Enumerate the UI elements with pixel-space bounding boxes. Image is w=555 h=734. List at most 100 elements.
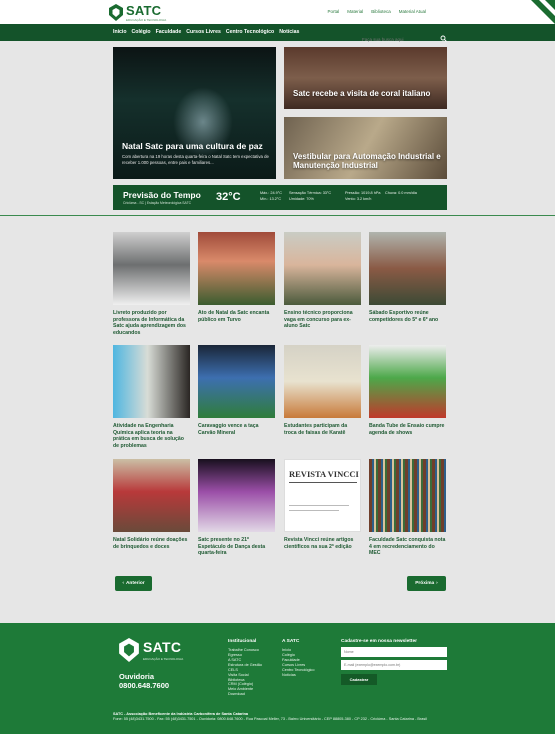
ouvidoria-phone[interactable]: 0800.648.7600: [119, 681, 169, 690]
footer-col-title: A SATC: [282, 639, 300, 644]
news-thumb[interactable]: [113, 345, 190, 418]
weather-rain: Chuva: 0.0 mm/dia: [385, 191, 417, 195]
news-thumb[interactable]: [369, 232, 446, 305]
footer-link[interactable]: Notícias: [282, 673, 314, 678]
weather-sensation: Sensação Térmica: 33°C: [289, 191, 332, 195]
hero-right-bottom-title[interactable]: Vestibular para Automação Industrial e M…: [293, 152, 443, 171]
top-link-material-atual[interactable]: Material Atual: [399, 9, 426, 14]
hero-main-summary: Com abertura na 19 horas desta quarta-fe…: [122, 154, 269, 165]
hero-right-top-title[interactable]: Satc recebe a visita de coral italiano: [293, 89, 430, 99]
weather-location: Criciúma - SC | Estação Meteorológica SA…: [123, 201, 192, 205]
news-thumb[interactable]: [369, 459, 446, 532]
logo-shield-icon: [109, 4, 123, 21]
news-title[interactable]: Livreto produzido por professora de Info…: [113, 310, 190, 336]
footer-address: SATC - Associação Beneficente da Indústr…: [113, 712, 453, 722]
top-link-material[interactable]: Material: [347, 9, 363, 14]
logo-tagline: EDUCAÇÃO E TECNOLOGIA: [126, 18, 167, 22]
footer-link[interactable]: Estrutura de Gestão: [228, 663, 262, 668]
main-nav: Início Colégio Faculdade Cursos Livres C…: [0, 24, 555, 44]
weather-min: Mín.: 13.2°C: [260, 196, 282, 201]
hero-right-bottom[interactable]: Vestibular para Automação Industrial e M…: [284, 117, 447, 179]
prev-page-label: Anterior: [125, 581, 145, 586]
news-card[interactable]: Atividade na Engenharia Química aplica t…: [113, 345, 190, 449]
news-thumb[interactable]: [113, 459, 190, 532]
news-card[interactable]: REVISTA VINCCI Revista Vincci reúne arti…: [284, 459, 361, 550]
prev-page-button[interactable]: ‹ Anterior: [115, 576, 152, 591]
news-card[interactable]: Faculdade Satc conquista nota 4 em recre…: [369, 459, 446, 557]
newsletter-form: Cadastre-se em nossa newsletter Cadastra…: [341, 639, 447, 685]
footer-logo-tagline: EDUCAÇÃO E TECNOLOGIA: [143, 657, 184, 661]
news-title[interactable]: Caravaggio vence a taça Carvão Mineral: [198, 423, 275, 436]
news-title[interactable]: Ato de Natal da Satc encanta público em …: [198, 310, 275, 323]
news-card[interactable]: Ato de Natal da Satc encanta público em …: [198, 232, 275, 323]
nav-item-centro-tecnologico[interactable]: Centro Tecnológico: [226, 29, 274, 35]
news-title[interactable]: Ensino técnico proporciona vaga em concu…: [284, 310, 361, 330]
nav-search: [362, 28, 447, 44]
news-card[interactable]: Livreto produzido por professora de Info…: [113, 232, 190, 336]
news-card[interactable]: Ensino técnico proporciona vaga em concu…: [284, 232, 361, 330]
news-title[interactable]: Revista Vincci reúne artigos científicos…: [284, 537, 361, 550]
footer-col-title: Institucional: [228, 639, 257, 644]
news-card[interactable]: Natal Solidário reúne doações de brinque…: [113, 459, 190, 550]
nav-item-colegio[interactable]: Colégio: [132, 29, 151, 35]
top-link-portal[interactable]: Portal: [327, 9, 339, 14]
newsletter-name-input[interactable]: [341, 647, 447, 657]
top-bar: SATC EDUCAÇÃO E TECNOLOGIA Portal Materi…: [0, 0, 555, 24]
footer-col-satc: A SATC Início Colégio Faculdade Cursos L…: [282, 639, 314, 678]
news-card[interactable]: Sábado Esportivo reúne competidores do 5…: [369, 232, 446, 323]
news-thumb[interactable]: REVISTA VINCCI: [284, 459, 361, 532]
news-thumb[interactable]: [113, 232, 190, 305]
footer-contact: Fone: 55 (48)3431.7500 - Fax: 55 (48)343…: [113, 717, 427, 722]
hero-right-top[interactable]: Satc recebe a visita de coral italiano: [284, 47, 447, 109]
footer-logo[interactable]: SATC EDUCAÇÃO E TECNOLOGIA: [119, 638, 183, 662]
news-thumb[interactable]: [198, 459, 275, 532]
next-page-button[interactable]: Próxima ›: [407, 576, 446, 591]
footer-org: SATC - Associação Beneficente da Indústr…: [113, 712, 249, 716]
news-title[interactable]: Banda Tube de Ensaio cumpre agenda de sh…: [369, 423, 446, 436]
top-links: Portal Material Biblioteca Material Atua…: [327, 9, 426, 14]
news-title[interactable]: Atividade na Engenharia Química aplica t…: [113, 423, 190, 449]
newsletter-email-input[interactable]: [341, 660, 447, 670]
weather-max: Máx.: 24.9°C: [260, 191, 282, 195]
logo-name: SATC: [126, 3, 162, 18]
news-thumb[interactable]: [284, 232, 361, 305]
news-thumb[interactable]: [369, 345, 446, 418]
weather-bar: Previsão do Tempo Criciúma - SC | Estaçã…: [113, 185, 447, 210]
news-card[interactable]: Banda Tube de Ensaio cumpre agenda de sh…: [369, 345, 446, 436]
news-title[interactable]: Estudantes participam da troca de faixas…: [284, 423, 361, 436]
news-title[interactable]: Sábado Esportivo reúne competidores do 5…: [369, 310, 446, 323]
ouvidoria-label: Ouvidoria: [119, 672, 155, 681]
news-thumb[interactable]: [284, 345, 361, 418]
nav-item-cursos-livres[interactable]: Cursos Livres: [186, 29, 221, 35]
weather-temp: 32°C: [216, 191, 241, 203]
newsletter-title: Cadastre-se em nossa newsletter: [341, 639, 417, 644]
footer-link[interactable]: Download: [228, 692, 262, 697]
search-icon[interactable]: [440, 29, 447, 42]
news-thumb[interactable]: [198, 345, 275, 418]
footer-logo-name: SATC: [143, 639, 182, 655]
hero-main-title[interactable]: Natal Satc para uma cultura de paz: [122, 141, 272, 151]
satc-logo[interactable]: SATC EDUCAÇÃO E TECNOLOGIA: [109, 3, 166, 22]
news-card[interactable]: Caravaggio vence a taça Carvão Mineral: [198, 345, 275, 436]
nav-item-inicio[interactable]: Início: [113, 29, 127, 35]
news-thumb[interactable]: [198, 232, 275, 305]
weather-pressure: Pressão: 1019.8 hPa: [345, 191, 381, 195]
weather-title: Previsão do Tempo: [123, 190, 201, 200]
top-link-biblioteca[interactable]: Biblioteca: [371, 9, 391, 14]
footer-shield-icon: [119, 638, 139, 662]
news-card[interactable]: Satc presente no 21º Espetáculo de Dança…: [198, 459, 275, 557]
news-title[interactable]: Natal Solidário reúne doações de brinque…: [113, 537, 190, 550]
search-input[interactable]: [362, 35, 438, 44]
news-title[interactable]: Faculdade Satc conquista nota 4 em recre…: [369, 537, 446, 557]
news-card[interactable]: Estudantes participam da troca de faixas…: [284, 345, 361, 436]
weather-humidity: Umidade: 70%: [289, 196, 314, 201]
corner-logo-icon: [531, 0, 555, 24]
footer-col-institucional: Institucional Trabalhe Conosco Egresso A…: [228, 639, 262, 697]
news-title[interactable]: Satc presente no 21º Espetáculo de Dança…: [198, 537, 275, 557]
nav-item-faculdade[interactable]: Faculdade: [156, 29, 182, 35]
chevron-left-icon: ‹: [122, 581, 124, 586]
section-divider: [0, 215, 555, 216]
subscribe-button[interactable]: Cadastrar: [341, 674, 377, 685]
nav-item-noticias[interactable]: Notícias: [279, 29, 299, 35]
footer-link[interactable]: Centro Tecnológico: [282, 668, 314, 673]
